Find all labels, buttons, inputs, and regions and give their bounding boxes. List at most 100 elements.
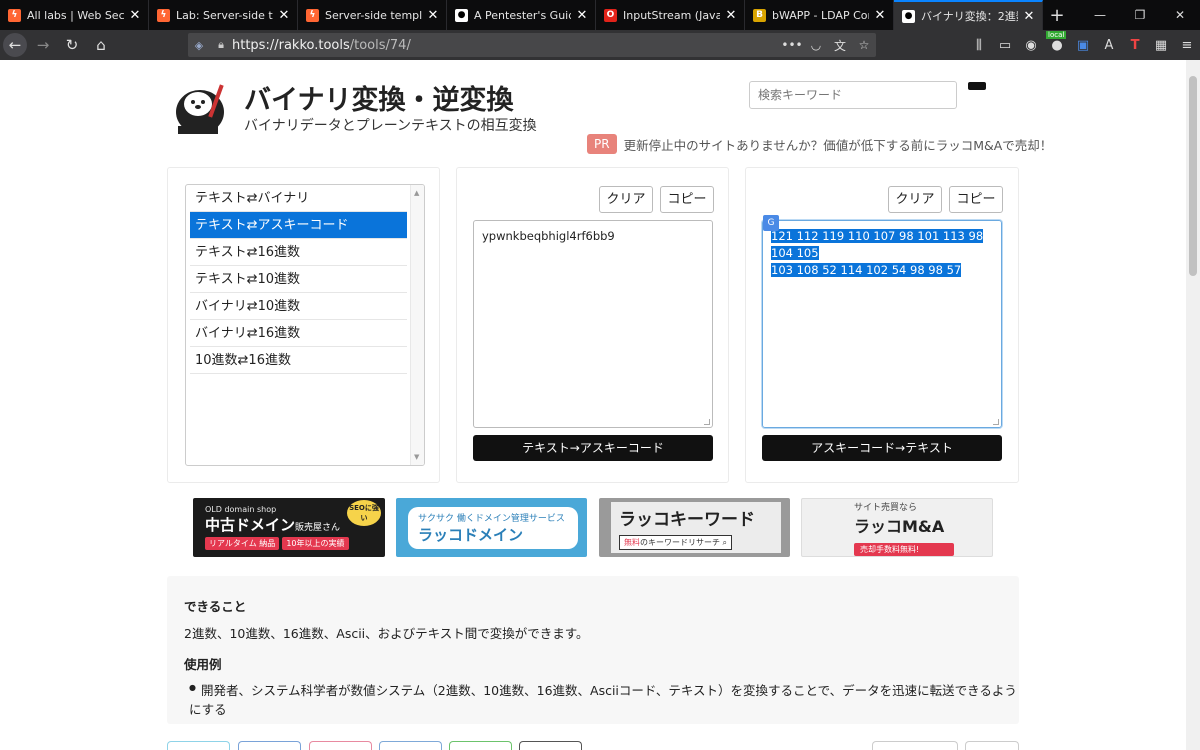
banner-tag: リアルタイム 納品: [205, 537, 280, 550]
copy-button[interactable]: コピー: [949, 186, 1003, 213]
browser-tab[interactable]: ϟ Server-side template in ✕: [298, 0, 447, 30]
rakko-logo[interactable]: [170, 78, 240, 136]
local-badge: local: [1046, 30, 1067, 39]
bee-icon: B: [753, 8, 766, 22]
menu-scrollbar[interactable]: ▲ ▼: [410, 185, 424, 465]
extension-translate-icon[interactable]: ▣: [1070, 38, 1096, 53]
banner-small-text: サイト売買なら: [854, 502, 918, 513]
translate-icon[interactable]: 文: [828, 37, 852, 54]
list-item-text: 開発者、システム科学者が数値システム（2進数、10進数、16進数、Asciiコー…: [189, 683, 1017, 717]
hamburger-menu-icon[interactable]: [968, 82, 986, 90]
text-to-ascii-button[interactable]: テキスト→アスキーコード: [473, 435, 713, 461]
share-button[interactable]: [519, 741, 582, 750]
page-scrollbar[interactable]: [1186, 60, 1200, 750]
google-translate-icon[interactable]: G: [763, 215, 779, 231]
url-text[interactable]: https://rakko.tools/tools/74/: [232, 38, 780, 53]
pocket-icon[interactable]: ◡: [804, 38, 828, 52]
browser-tab[interactable]: ϟ All labs | Web Security ✕: [0, 0, 149, 30]
share-button[interactable]: [449, 741, 512, 750]
close-tab-icon[interactable]: ✕: [575, 8, 589, 23]
close-window-icon[interactable]: ✕: [1160, 0, 1200, 30]
extensions-grid-icon[interactable]: ▦: [1148, 38, 1174, 53]
account-icon[interactable]: ◉: [1018, 38, 1044, 53]
close-tab-icon[interactable]: ✕: [128, 8, 142, 23]
text-input-textarea[interactable]: ypwnkbeqbhigl4rf6bb9: [473, 220, 713, 428]
banner-tag: 10年以上の実績: [282, 537, 349, 550]
browser-tab[interactable]: ● A Pentester's Guide to ✕: [447, 0, 596, 30]
tab-title: Server-side template in: [325, 8, 422, 22]
library-icon[interactable]: ⫼: [966, 38, 992, 53]
url-bar[interactable]: ◈ 🔒︎ https://rakko.tools/tools/74/ ••• ◡…: [188, 33, 876, 57]
close-tab-icon[interactable]: ✕: [724, 8, 738, 23]
banner-main-text: 中古ドメイン: [205, 516, 296, 534]
banner-rakko-keyword[interactable]: ラッコキーワード 無料のキーワードリサーチ ⌕: [599, 498, 790, 557]
banner-small-text: サクサク 働くドメイン管理サービス: [418, 513, 565, 524]
rakko-icon: ●: [902, 9, 915, 23]
toolbar-right: ⫼ ▭ ◉ local ● ▣ A T ▦ ≡: [966, 30, 1200, 60]
share-button[interactable]: [309, 741, 372, 750]
menu-item-binary-decimal[interactable]: バイナリ⇄10進数: [190, 293, 407, 320]
extension-local-icon[interactable]: local ●: [1044, 30, 1070, 53]
resize-handle[interactable]: [704, 419, 710, 425]
menu-item-text-hex[interactable]: テキスト⇄16進数: [190, 239, 407, 266]
search-icon: ⌕: [722, 538, 728, 547]
extension-a-icon[interactable]: A: [1096, 38, 1122, 53]
menu-item-text-ascii[interactable]: テキスト⇄アスキーコード: [190, 212, 407, 239]
ascii-to-text-button[interactable]: アスキーコード→テキスト: [762, 435, 1002, 461]
portswigger-icon: ϟ: [8, 8, 21, 22]
pr-notice[interactable]: PR 更新停止中のサイトありませんか？価値が低下する前にラッコM&Aで売却！: [587, 134, 1052, 154]
tool-menu-list[interactable]: テキスト⇄バイナリ テキスト⇄アスキーコード テキスト⇄16進数 テキスト⇄10…: [185, 184, 425, 466]
ascii-output-panel: クリア コピー G 121 112 119 110 107 98 101 113…: [745, 167, 1019, 483]
reload-icon[interactable]: ↻: [59, 32, 85, 58]
oracle-icon: O: [604, 8, 617, 22]
shield-icon[interactable]: ◈: [188, 39, 210, 52]
more-icon[interactable]: •••: [780, 38, 804, 52]
share-button[interactable]: [379, 741, 442, 750]
scroll-up-icon[interactable]: ▲: [414, 189, 419, 197]
resize-handle[interactable]: [993, 419, 999, 425]
restore-icon[interactable]: ❐: [1120, 0, 1160, 30]
share-button[interactable]: [238, 741, 301, 750]
copy-button[interactable]: コピー: [660, 186, 714, 213]
banner-main-text: ラッコキーワード: [619, 510, 755, 530]
share-button[interactable]: [167, 741, 230, 750]
ascii-code-textarea[interactable]: G 121 112 119 110 107 98 101 113 98 104 …: [762, 215, 1002, 428]
menu-item-text-decimal[interactable]: テキスト⇄10進数: [190, 266, 407, 293]
browser-tab[interactable]: ϟ Lab: Server-side templ ✕: [149, 0, 298, 30]
banner-used-domain[interactable]: OLD domain shop 中古ドメイン販売屋さん リアルタイム 納品 10年…: [193, 498, 385, 557]
sidebar-icon[interactable]: ▭: [992, 38, 1018, 53]
menu-icon[interactable]: ≡: [1174, 38, 1200, 53]
clear-button[interactable]: クリア: [599, 186, 653, 213]
section-heading: できること: [184, 599, 247, 614]
close-tab-icon[interactable]: ✕: [1022, 9, 1036, 24]
portswigger-icon: ϟ: [306, 8, 319, 22]
clear-button[interactable]: クリア: [888, 186, 942, 213]
close-tab-icon[interactable]: ✕: [426, 8, 440, 23]
scroll-down-icon[interactable]: ▼: [414, 453, 419, 461]
menu-item-binary-hex[interactable]: バイナリ⇄16進数: [190, 320, 407, 347]
search-input[interactable]: [749, 81, 957, 109]
browser-tab[interactable]: O InputStream (Java Platf ✕: [596, 0, 745, 30]
menu-item-decimal-hex[interactable]: 10進数⇄16進数: [190, 347, 407, 374]
banner-rakko-ma[interactable]: サイト売買なら ラッコM&A 売却手数料無料!: [801, 498, 993, 557]
extension-t-icon[interactable]: T: [1122, 38, 1148, 53]
bookmark-star-icon[interactable]: ☆: [852, 38, 876, 52]
banner-suffix: 販売屋さん: [295, 523, 341, 533]
browser-tab[interactable]: BbWAPP - LDAP Conne ✕: [745, 0, 894, 30]
close-tab-icon[interactable]: ✕: [277, 8, 291, 23]
close-tab-icon[interactable]: ✕: [873, 8, 887, 23]
forward-icon[interactable]: →: [30, 32, 56, 58]
browser-tab-active[interactable]: ● バイナリ変換：2進数、1(✕: [894, 0, 1043, 30]
new-tab-button[interactable]: +: [1043, 0, 1071, 30]
banner-rakko-domain[interactable]: サクサク 働くドメイン管理サービス ラッコドメイン: [396, 498, 587, 557]
pr-text[interactable]: 更新停止中のサイトありませんか？価値が低下する前にラッコM&Aで売却！: [624, 135, 1053, 154]
home-icon[interactable]: ⌂: [88, 32, 114, 58]
scrollbar-thumb[interactable]: [1189, 76, 1197, 276]
menu-item-text-binary[interactable]: テキスト⇄バイナリ: [190, 185, 407, 212]
ascii-value-line-1: 121 112 119 110 107 98 101 113 98 104 10…: [771, 229, 984, 260]
back-icon[interactable]: ←: [3, 33, 27, 57]
share-button[interactable]: [872, 741, 958, 750]
minimize-icon[interactable]: —: [1080, 0, 1120, 30]
section-text: 2進数、10進数、16進数、Ascii、およびテキスト間で変換ができます。: [184, 626, 589, 641]
share-button[interactable]: [965, 741, 1019, 750]
